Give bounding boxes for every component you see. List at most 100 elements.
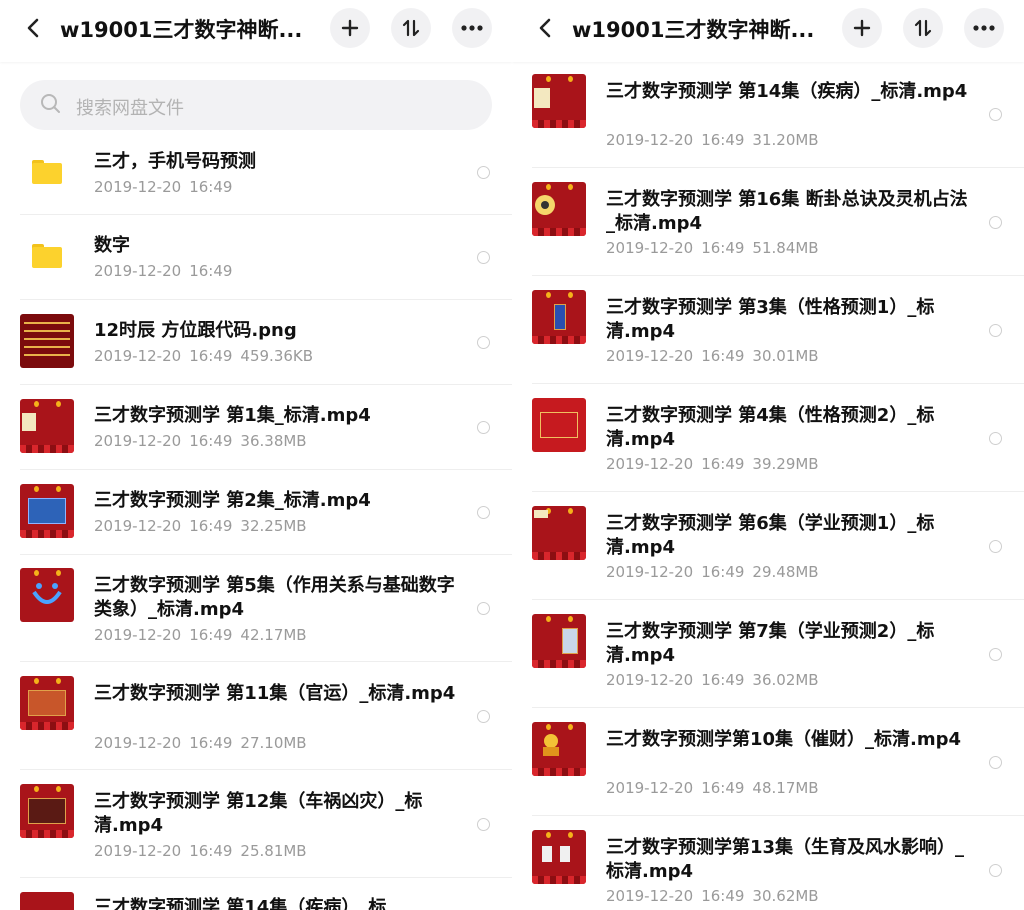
select-radio[interactable] (989, 324, 1002, 337)
file-meta: 2019-12-20 16:49 51.84MB (606, 239, 819, 257)
list-item[interactable]: 三才数字预测学第13集（生育及风水影响）_标清.mp4 2019-12-20 16… (512, 824, 1024, 910)
file-meta: 2019-12-20 16:49 32.25MB (94, 517, 307, 535)
sort-button[interactable] (391, 8, 431, 48)
divider (20, 384, 512, 385)
back-arrow-icon[interactable] (534, 14, 558, 42)
select-radio[interactable] (477, 818, 490, 831)
list-item[interactable]: 三才数字预测学 第5集（作用关系与基础数字类象）_标清.mp4 2019-12-… (0, 564, 512, 662)
plus-icon (853, 19, 871, 37)
more-button[interactable] (452, 8, 492, 48)
file-meta: 2019-12-20 16:49 29.48MB (606, 563, 819, 581)
divider (20, 214, 512, 215)
file-name: 三才数字预测学 第14集（疾病）_标清.mp4 (606, 81, 968, 102)
file-name: 三才数字预测学 第7集（学业预测2）_标清.mp4 (606, 621, 935, 666)
select-radio[interactable] (477, 336, 490, 349)
select-radio[interactable] (477, 166, 490, 179)
file-name: 三才数字预测学 第12集（车祸凶灾）_标清.mp4 (94, 791, 423, 836)
video-thumbnail (20, 784, 74, 838)
divider (20, 469, 512, 470)
select-radio[interactable] (477, 710, 490, 723)
page-title: w19001三才数字神断... (572, 18, 815, 42)
select-radio[interactable] (477, 602, 490, 615)
bagua-icon (535, 195, 555, 215)
file-meta: 2019-12-20 16:49 (94, 178, 233, 196)
folder-icon (32, 244, 62, 268)
more-icon (461, 25, 483, 31)
image-thumbnail (20, 314, 74, 368)
video-thumbnail (20, 892, 74, 910)
list-item[interactable]: 三才数字预测学 第16集 断卦总诀及灵机占法_标清.mp4 2019-12-20… (512, 176, 1024, 276)
list-item[interactable]: 三才数字预测学 第11集（官运）_标清.mp4 2019-12-20 16:49 2… (0, 672, 512, 770)
file-name: 三才数字预测学 第4集（性格预测2）_标清.mp4 (606, 405, 935, 450)
search-icon (41, 94, 60, 113)
more-icon (973, 25, 995, 31)
file-name: 数字 (94, 235, 130, 256)
select-radio[interactable] (989, 540, 1002, 553)
add-button[interactable] (330, 8, 370, 48)
select-radio[interactable] (989, 432, 1002, 445)
video-thumbnail (532, 722, 586, 776)
select-radio[interactable] (989, 216, 1002, 229)
video-thumbnail (532, 182, 586, 236)
select-radio[interactable] (477, 251, 490, 264)
split-screen: w19001三才数字神断... 搜索网盘文件 三才，手机号码预测 2019-12… (0, 0, 1024, 910)
list-item[interactable]: 12时辰 方位跟代码.png 2019-12-20 16:49 459.36KB (0, 309, 512, 385)
smile-icon (32, 583, 62, 604)
divider (532, 815, 1024, 816)
back-arrow-icon[interactable] (22, 14, 46, 42)
divider (532, 707, 1024, 708)
select-radio[interactable] (989, 756, 1002, 769)
file-meta: 2019-12-20 16:49 42.17MB (94, 626, 307, 644)
video-thumbnail (532, 290, 586, 344)
file-meta: 2019-12-20 16:49 30.62MB (606, 887, 819, 905)
list-item[interactable]: 数字 2019-12-20 16:49 (0, 224, 512, 300)
video-thumbnail (532, 398, 586, 452)
divider (532, 491, 1024, 492)
file-name: 三才数字预测学 第16集 断卦总诀及灵机占法_标清.mp4 (606, 189, 968, 234)
more-button[interactable] (964, 8, 1004, 48)
list-item[interactable]: 三才数字预测学 第6集（学业预测1）_标清.mp4 2019-12-20 16:4… (512, 500, 1024, 600)
select-radio[interactable] (989, 864, 1002, 877)
list-item[interactable]: 三才数字预测学 第14集（疾病）_标 (0, 888, 512, 910)
list-item[interactable]: 三才数字预测学 第7集（学业预测2）_标清.mp4 2019-12-20 16:4… (512, 608, 1024, 708)
top-bar: w19001三才数字神断... (0, 0, 512, 62)
select-radio[interactable] (477, 421, 490, 434)
file-meta: 2019-12-20 16:49 27.10MB (94, 734, 307, 752)
file-name: 三才数字预测学 第1集_标清.mp4 (94, 405, 371, 426)
file-meta: 2019-12-20 16:49 (94, 262, 233, 280)
file-name: 三才，手机号码预测 (94, 151, 256, 172)
search-bar[interactable]: 搜索网盘文件 (20, 80, 492, 130)
list-item[interactable]: 三才数字预测学 第1集_标清.mp4 2019-12-20 16:49 36.38M… (0, 394, 512, 470)
divider (532, 167, 1024, 168)
video-thumbnail (532, 74, 586, 128)
folder-icon (32, 160, 62, 184)
sort-button[interactable] (903, 8, 943, 48)
list-item[interactable]: 三才，手机号码预测 2019-12-20 16:49 (0, 140, 512, 216)
file-meta: 2019-12-20 16:49 39.29MB (606, 455, 819, 473)
video-thumbnail (532, 506, 586, 560)
file-name: 三才数字预测学第10集（催财）_标清.mp4 (606, 729, 962, 750)
list-item[interactable]: 三才数字预测学 第3集（性格预测1）_标清.mp4 2019-12-20 16:4… (512, 284, 1024, 384)
file-name: 三才数字预测学第13集（生育及风水影响）_标清.mp4 (606, 837, 965, 882)
divider (20, 554, 512, 555)
file-meta: 2019-12-20 16:49 25.81MB (94, 842, 307, 860)
list-item[interactable]: 三才数字预测学 第14集（疾病）_标清.mp4 2019-12-20 16:49 3… (512, 68, 1024, 168)
sort-icon (402, 19, 420, 37)
divider (532, 383, 1024, 384)
select-radio[interactable] (989, 648, 1002, 661)
right-panel: w19001三才数字神断... 三才数字预测学 第14集（疾病）_标清.mp4 … (512, 0, 1024, 910)
list-item[interactable]: 三才数字预测学 第12集（车祸凶灾）_标清.mp4 2019-12-20 16:4… (0, 780, 512, 878)
select-radio[interactable] (989, 108, 1002, 121)
add-button[interactable] (842, 8, 882, 48)
file-name: 三才数字预测学 第6集（学业预测1）_标清.mp4 (606, 513, 935, 558)
divider (20, 877, 512, 878)
list-item[interactable]: 三才数字预测学第10集（催财）_标清.mp4 2019-12-20 16:49 48… (512, 716, 1024, 816)
select-radio[interactable] (477, 506, 490, 519)
left-panel: w19001三才数字神断... 搜索网盘文件 三才，手机号码预测 2019-12… (0, 0, 512, 910)
video-thumbnail (20, 568, 74, 622)
file-name: 三才数字预测学 第2集_标清.mp4 (94, 490, 371, 511)
file-meta: 2019-12-20 16:49 36.02MB (606, 671, 819, 689)
divider (20, 769, 512, 770)
list-item[interactable]: 三才数字预测学 第2集_标清.mp4 2019-12-20 16:49 32.25M… (0, 479, 512, 555)
list-item[interactable]: 三才数字预测学 第4集（性格预测2）_标清.mp4 2019-12-20 16:4… (512, 392, 1024, 492)
